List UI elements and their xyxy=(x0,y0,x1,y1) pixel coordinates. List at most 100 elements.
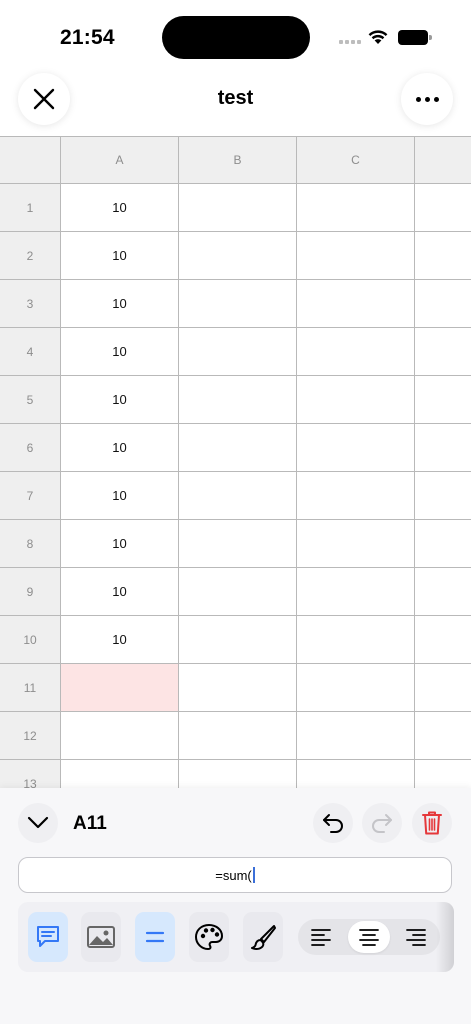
insert-image-button[interactable] xyxy=(81,912,121,962)
grid-cell[interactable] xyxy=(415,376,471,424)
grid-cell[interactable] xyxy=(179,424,297,472)
grid-cell[interactable] xyxy=(415,424,471,472)
row-header-9[interactable]: 9 xyxy=(0,568,61,616)
grid-cell[interactable] xyxy=(297,328,415,376)
grid-cell[interactable] xyxy=(179,568,297,616)
column-header-b[interactable]: B xyxy=(179,137,297,184)
grid-cell[interactable] xyxy=(415,760,471,788)
undo-button[interactable] xyxy=(313,803,353,843)
grid-cell[interactable] xyxy=(297,568,415,616)
trash-icon xyxy=(422,811,442,835)
grid-cell[interactable] xyxy=(297,616,415,664)
row-header-12[interactable]: 12 xyxy=(0,712,61,760)
grid-cell[interactable]: 10 xyxy=(61,328,179,376)
row-header-7[interactable]: 7 xyxy=(0,472,61,520)
comment-button[interactable] xyxy=(28,912,68,962)
row-header-1[interactable]: 1 xyxy=(0,184,61,232)
row-header-4[interactable]: 4 xyxy=(0,328,61,376)
grid-cell[interactable]: 10 xyxy=(61,376,179,424)
formula-mode-button[interactable] xyxy=(135,912,175,962)
redo-button[interactable] xyxy=(362,803,402,843)
grid-cell[interactable] xyxy=(297,664,415,712)
row-header-8[interactable]: 8 xyxy=(0,520,61,568)
align-right-button[interactable] xyxy=(395,921,437,953)
grid-cell[interactable] xyxy=(415,232,471,280)
grid-cell[interactable]: 10 xyxy=(61,280,179,328)
column-header-c[interactable]: C xyxy=(297,137,415,184)
grid-cell[interactable] xyxy=(61,760,179,788)
select-all-corner[interactable] xyxy=(0,137,61,184)
grid-cell[interactable] xyxy=(415,664,471,712)
selected-cell[interactable] xyxy=(61,664,179,712)
grid-cell[interactable] xyxy=(179,472,297,520)
grid-cell[interactable] xyxy=(179,232,297,280)
grid-cell[interactable]: 10 xyxy=(61,232,179,280)
brush-icon xyxy=(251,925,276,950)
grid-cell[interactable] xyxy=(179,664,297,712)
grid-cell[interactable] xyxy=(415,568,471,616)
format-toolbar xyxy=(18,902,454,972)
grid-cell[interactable]: 10 xyxy=(61,520,179,568)
grid-cell[interactable]: 10 xyxy=(61,184,179,232)
grid-cell[interactable] xyxy=(179,376,297,424)
row-header-2[interactable]: 2 xyxy=(0,232,61,280)
equals-icon xyxy=(145,931,165,943)
spreadsheet-grid[interactable]: A B C 1 10 2 10 3 10 4 10 5 10 6 10 7 10 8 10 9 10 10 10 11 12 13 xyxy=(0,136,471,788)
wifi-icon xyxy=(368,30,388,44)
more-options-button[interactable] xyxy=(401,73,453,125)
left-align-icon xyxy=(311,929,331,946)
row-header-13[interactable]: 13 xyxy=(0,760,61,788)
grid-cell[interactable] xyxy=(297,760,415,788)
grid-cell[interactable] xyxy=(297,232,415,280)
grid-cell[interactable] xyxy=(297,712,415,760)
battery-cap xyxy=(429,35,432,40)
grid-cell[interactable] xyxy=(61,712,179,760)
formula-text: =sum( xyxy=(215,867,252,883)
right-align-icon xyxy=(406,929,426,946)
grid-cell[interactable] xyxy=(415,328,471,376)
collapse-button[interactable] xyxy=(18,803,58,843)
grid-cell[interactable]: 10 xyxy=(61,568,179,616)
grid-cell[interactable] xyxy=(179,280,297,328)
palette-icon xyxy=(195,924,223,950)
grid-cell[interactable] xyxy=(415,280,471,328)
align-center-button[interactable] xyxy=(348,921,390,953)
grid-cell[interactable] xyxy=(415,184,471,232)
row-header-11[interactable]: 11 xyxy=(0,664,61,712)
color-palette-button[interactable] xyxy=(189,912,229,962)
align-left-button[interactable] xyxy=(300,921,342,953)
grid-cell[interactable] xyxy=(297,424,415,472)
delete-button[interactable] xyxy=(412,803,452,843)
grid-cell[interactable] xyxy=(179,184,297,232)
row-header-6[interactable]: 6 xyxy=(0,424,61,472)
grid-cell[interactable] xyxy=(179,520,297,568)
grid-cell[interactable] xyxy=(415,520,471,568)
cell-reference: A11 xyxy=(73,813,107,834)
column-header[interactable] xyxy=(415,137,471,184)
grid-cell[interactable] xyxy=(297,280,415,328)
row-header-5[interactable]: 5 xyxy=(0,376,61,424)
grid-cell[interactable] xyxy=(179,616,297,664)
grid-cell[interactable] xyxy=(179,760,297,788)
grid-cell[interactable] xyxy=(179,712,297,760)
undo-icon xyxy=(323,814,343,833)
grid-cell[interactable] xyxy=(415,616,471,664)
grid-cell[interactable] xyxy=(297,184,415,232)
ellipsis-icon xyxy=(415,96,439,102)
grid-cell[interactable]: 10 xyxy=(61,472,179,520)
grid-cell[interactable]: 10 xyxy=(61,616,179,664)
text-alignment-control xyxy=(298,919,440,955)
grid-cell[interactable] xyxy=(297,520,415,568)
row-header-3[interactable]: 3 xyxy=(0,280,61,328)
grid-cell[interactable] xyxy=(179,328,297,376)
grid-cell[interactable] xyxy=(415,472,471,520)
grid-cell[interactable] xyxy=(415,712,471,760)
brush-button[interactable] xyxy=(243,912,283,962)
grid-cell[interactable] xyxy=(297,376,415,424)
row-header-10[interactable]: 10 xyxy=(0,616,61,664)
grid-cell[interactable]: 10 xyxy=(61,424,179,472)
grid-cell[interactable] xyxy=(297,472,415,520)
formula-input[interactable]: =sum( xyxy=(18,857,452,893)
column-header-a[interactable]: A xyxy=(61,137,179,184)
center-align-icon xyxy=(359,929,379,946)
